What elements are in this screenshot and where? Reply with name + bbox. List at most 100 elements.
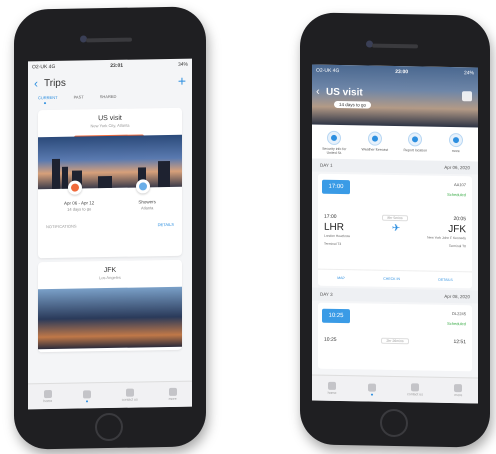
- flight-leg: 10:25 2hr 26mins 12:51: [324, 337, 466, 345]
- flight-leg: 17:00 8hr 5mins 20:05 LHR ✈ JFK London H…: [324, 214, 466, 248]
- departure-time: 10:25: [324, 336, 337, 343]
- arrival-time: 20:05: [453, 216, 466, 223]
- tab-current[interactable]: CURRENT: [38, 95, 58, 100]
- arrival-time: 12:51: [453, 339, 466, 346]
- status-bar: O2-UK 4G 23:00 24%: [312, 65, 478, 80]
- day-label: DAY 3: [320, 291, 333, 297]
- bottom-tab-bar: home contact us more: [312, 374, 478, 404]
- phone-icon: [411, 383, 420, 392]
- flight-status: Scheduled: [447, 191, 466, 198]
- trip-card-us-visit[interactable]: US visit New York City, Atlanta Shared w…: [38, 107, 182, 259]
- flight-number: DL2245: [451, 310, 466, 317]
- weather-location: Atlanta: [140, 205, 154, 211]
- tab-more[interactable]: more: [168, 387, 177, 401]
- flight-status: Scheduled: [447, 320, 466, 327]
- flight-duration: 2hr 26mins: [381, 337, 409, 345]
- trip-card-footer: NOTIFICATIONS DETAILS: [38, 210, 182, 230]
- pin-icon: [408, 132, 423, 147]
- trip-tabs: CURRENT PAST SHARED: [28, 91, 192, 107]
- earpiece-speaker: [372, 43, 418, 49]
- tab-contact[interactable]: contact us: [407, 383, 423, 396]
- notifications-button[interactable]: NOTIFICATIONS: [46, 224, 77, 230]
- origin-terminal: Terminal T3: [324, 241, 342, 247]
- tab-label: contact us: [121, 397, 138, 402]
- departure-time-badge: 10:25: [322, 308, 350, 324]
- flight-actions: MAP CHECK IN DETAILS: [318, 268, 472, 283]
- flight-card[interactable]: 10:25 DL2245 Scheduled 10:25 2hr 26mins …: [318, 302, 472, 372]
- tab-shared[interactable]: SHARED: [100, 94, 117, 99]
- tab-more[interactable]: more: [454, 384, 463, 398]
- origin-code: LHR: [324, 221, 345, 234]
- tab-past[interactable]: PAST: [74, 94, 84, 99]
- departure-time-badge: 17:00: [322, 179, 350, 195]
- report-location-button[interactable]: Report location: [400, 132, 430, 157]
- action-label: Security info for United St.: [322, 146, 347, 156]
- battery-label: 24%: [463, 70, 474, 77]
- chevron-left-icon[interactable]: ‹: [316, 86, 320, 98]
- tab-contact[interactable]: contact us: [121, 388, 138, 402]
- carrier-label: O2-UK 4G: [32, 63, 56, 71]
- battery-label: 34%: [177, 61, 188, 68]
- tab-home[interactable]: home: [328, 381, 337, 395]
- more-icon: [454, 384, 463, 393]
- city-image: [38, 286, 182, 350]
- home-button[interactable]: [380, 408, 408, 438]
- more-icon: [448, 132, 463, 148]
- trip-title: JFK: [103, 266, 117, 275]
- details-button[interactable]: DETAILS: [438, 278, 452, 282]
- page-title: US visit: [326, 86, 363, 99]
- origin-airport: London Heathrow: [324, 233, 351, 239]
- share-icon[interactable]: [462, 91, 472, 102]
- more-icon: [168, 387, 177, 396]
- shield-icon: [327, 130, 342, 146]
- home-button[interactable]: [95, 412, 123, 442]
- page-title: Trips: [44, 77, 66, 89]
- tab-label: home: [43, 399, 53, 404]
- tab-trips[interactable]: [367, 383, 376, 396]
- bottom-tab-bar: home contact us more: [28, 380, 192, 410]
- destination-code: JFK: [448, 223, 466, 236]
- day-date: Apr 08, 2020: [444, 293, 470, 300]
- trip-hero: O2-UK 4G 23:00 24% ‹ US visit 14 days to…: [312, 64, 478, 128]
- departure-time: 17:00: [324, 213, 337, 220]
- earpiece-speaker: [86, 37, 132, 43]
- map-button[interactable]: MAP: [337, 276, 345, 280]
- details-button[interactable]: DETAILS: [158, 222, 174, 227]
- action-label: more: [451, 148, 460, 154]
- active-dot: [85, 399, 88, 402]
- day-label: DAY 1: [320, 162, 333, 168]
- carrier-label: O2-UK 4G: [316, 67, 340, 75]
- luggage-icon: [82, 389, 91, 398]
- trip-title: US visit: [98, 114, 122, 123]
- chevron-left-icon[interactable]: ‹: [34, 76, 44, 90]
- trip-dates: Apr 06 - Apr 12: [64, 200, 95, 206]
- plus-icon[interactable]: +: [178, 73, 186, 89]
- flight-card[interactable]: 17:00 AA107 Scheduled 17:00 8hr 5mins 20…: [318, 173, 472, 289]
- phone-left: O2-UK 4G 23:01 34% ‹ Trips + CURRENT PAS…: [14, 6, 206, 450]
- weather-forecast-button[interactable]: Weather forecast: [360, 131, 390, 156]
- destination-airport: New York John F Kennedy: [427, 235, 466, 241]
- tab-label: more: [168, 396, 177, 401]
- trip-card-jfk[interactable]: JFK Los Angeles: [38, 259, 182, 353]
- airplane-icon: ✈: [391, 222, 401, 235]
- home-icon: [328, 381, 337, 390]
- luggage-icon: [367, 383, 376, 392]
- flight-duration: 8hr 5mins: [382, 214, 408, 222]
- clock: 23:00: [395, 69, 409, 76]
- check-in-button[interactable]: CHECK IN: [383, 277, 400, 281]
- destination-terminal: Terminal T8: [448, 243, 466, 249]
- clock: 23:01: [110, 62, 124, 69]
- more-button[interactable]: more: [441, 132, 471, 158]
- tab-trips[interactable]: [82, 389, 91, 402]
- countdown-pill: 14 days to go: [334, 100, 372, 109]
- home-icon: [43, 390, 52, 399]
- action-label: Report location: [403, 148, 428, 153]
- security-info-button[interactable]: Security info for United St.: [319, 130, 349, 156]
- trip-detail-screen: O2-UK 4G 23:00 24% ‹ US visit 14 days to…: [312, 64, 478, 404]
- phone-icon: [125, 388, 134, 397]
- flight-number: AA107: [453, 182, 466, 188]
- tab-home[interactable]: home: [43, 390, 52, 403]
- trip-countdown: 14 days to go: [67, 206, 92, 212]
- active-dot: [370, 393, 373, 396]
- tab-label: more: [454, 393, 463, 398]
